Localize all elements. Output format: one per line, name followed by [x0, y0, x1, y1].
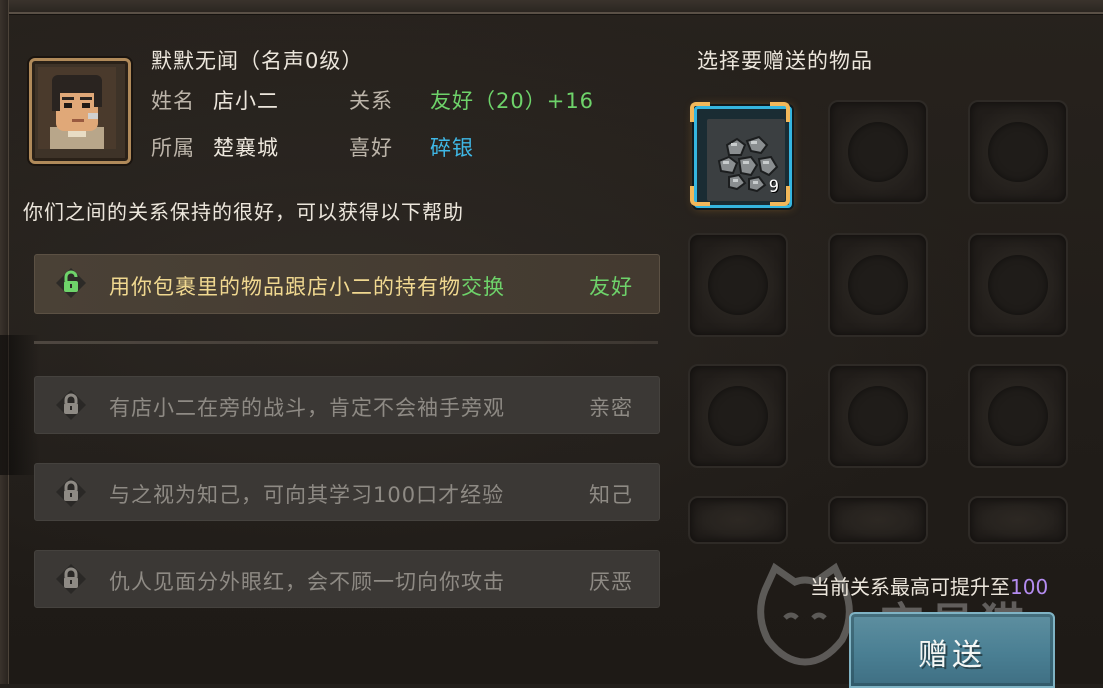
- inventory-slot-empty[interactable]: [688, 364, 788, 468]
- inventory-slot-selected[interactable]: 9: [690, 102, 792, 208]
- npc-name: 店小二: [213, 89, 279, 113]
- help-item-trade[interactable]: 用你包裹里的物品跟店小二的持有物交换 友好: [34, 254, 660, 314]
- inventory-slot-empty[interactable]: [828, 233, 928, 337]
- inventory-slot-empty[interactable]: [968, 100, 1068, 204]
- selection-corner: [690, 186, 710, 206]
- inventory-slot-empty[interactable]: [828, 100, 928, 204]
- help-text-hostile: 仇人见面分外眼红，会不顾一切向你攻击: [109, 570, 505, 594]
- unlocked-lock-icon: [56, 268, 86, 298]
- gift-button-label: 赠送: [918, 638, 986, 673]
- help-tag-trade: 友好: [589, 275, 633, 299]
- help-divider: [34, 341, 658, 344]
- npc-portrait: [29, 58, 131, 164]
- window-top-border: [0, 0, 1103, 14]
- inventory-slot-empty[interactable]: [968, 364, 1068, 468]
- likes-label: 喜好: [349, 136, 393, 160]
- help-tag-hostile: 厌恶: [589, 570, 633, 594]
- inventory-slot-empty[interactable]: [828, 496, 928, 544]
- inventory-slot-empty[interactable]: [828, 364, 928, 468]
- max-relation-note: 当前关系最高可提升至100: [810, 575, 1049, 599]
- help-text-trade: 用你包裹里的物品跟店小二的持有物交换: [109, 275, 505, 299]
- selection-corner: [690, 102, 710, 122]
- locked-lock-icon: [56, 564, 86, 594]
- selection-corner: [770, 102, 790, 122]
- help-tag-learn: 知己: [589, 483, 633, 507]
- help-item-hostile[interactable]: 仇人见面分外眼红，会不顾一切向你攻击 厌恶: [34, 550, 660, 608]
- help-item-combat[interactable]: 有店小二在旁的战斗，肯定不会袖手旁观 亲密: [34, 376, 660, 434]
- locked-lock-icon: [56, 477, 86, 507]
- gift-button[interactable]: 赠送: [849, 612, 1055, 688]
- npc-fame-header: 默默无闻（名声0级）: [151, 49, 364, 73]
- inventory-slot-empty[interactable]: [688, 496, 788, 544]
- help-item-learn[interactable]: 与之视为知己，可向其学习100口才经验 知己: [34, 463, 660, 521]
- help-text-learn: 与之视为知己，可向其学习100口才经验: [109, 483, 505, 507]
- npc-faction: 楚襄城: [213, 136, 279, 160]
- faction-label: 所属: [151, 136, 195, 160]
- relation-summary: 你们之间的关系保持的很好，可以获得以下帮助: [23, 200, 464, 224]
- gift-panel-title: 选择要赠送的物品: [697, 49, 873, 73]
- help-text-combat: 有店小二在旁的战斗，肯定不会袖手旁观: [109, 396, 505, 420]
- npc-avatar-icon: [38, 67, 116, 149]
- relation-label: 关系: [349, 89, 393, 113]
- help-tag-combat: 亲密: [589, 396, 633, 420]
- selection-corner: [770, 186, 790, 206]
- locked-lock-icon: [56, 390, 86, 420]
- inventory-slot-empty[interactable]: [968, 496, 1068, 544]
- relation-value: 友好（20）+16: [430, 89, 595, 113]
- name-label: 姓名: [151, 89, 195, 113]
- inventory-slot-empty[interactable]: [968, 233, 1068, 337]
- inventory-slot-empty[interactable]: [688, 233, 788, 337]
- likes-value: 碎银: [430, 136, 474, 160]
